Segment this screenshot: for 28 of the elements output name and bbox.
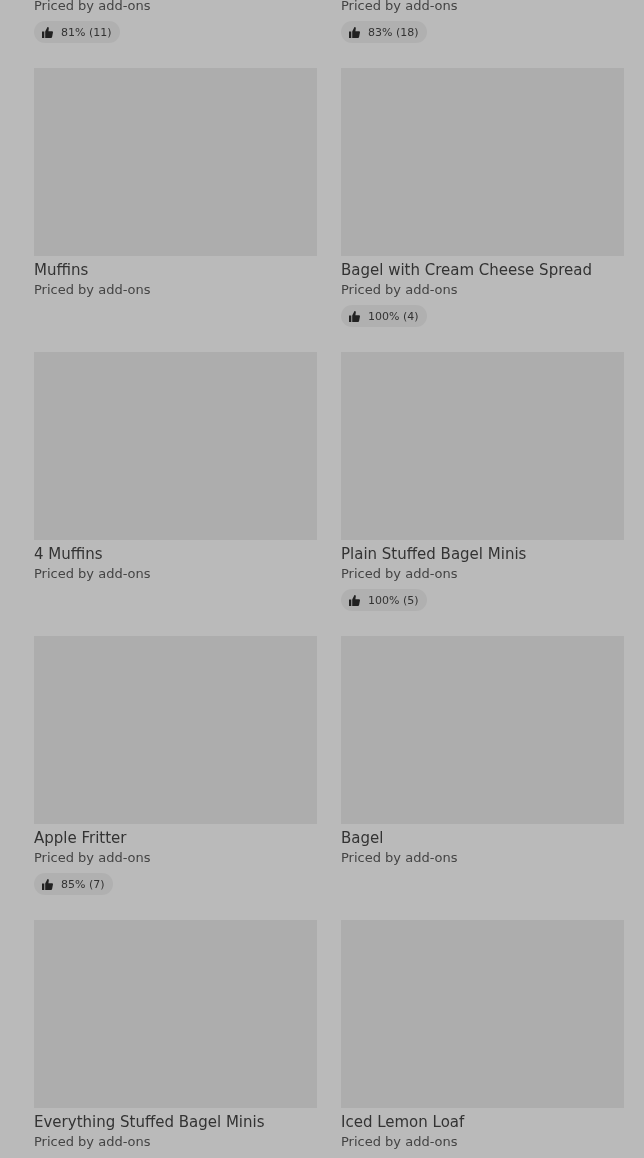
item-name: Bagel xyxy=(341,828,384,848)
thumbs-up-icon xyxy=(349,594,360,606)
item-price: Priced by add-ons xyxy=(34,565,151,583)
item-name: Muffins xyxy=(34,260,89,280)
rating-text: 85% (7) xyxy=(61,877,105,891)
item-name: Bagel with Cream Cheese Spread xyxy=(341,260,592,280)
rating-text: 100% (4) xyxy=(368,309,419,323)
item-price: Priced by add-ons xyxy=(341,281,458,299)
item-price: Priced by add-ons xyxy=(34,0,151,15)
item-price: Priced by add-ons xyxy=(341,0,458,15)
thumbs-up-icon xyxy=(349,26,360,38)
item-name: Iced Lemon Loaf xyxy=(341,1112,465,1132)
rating-text: 83% (18) xyxy=(368,25,419,39)
item-price: Priced by add-ons xyxy=(341,1133,458,1151)
item-price: Priced by add-ons xyxy=(34,1133,151,1151)
item-price: Priced by add-ons xyxy=(341,565,458,583)
item-price: Priced by add-ons xyxy=(341,849,458,867)
rating-text: 81% (11) xyxy=(61,25,112,39)
thumbs-up-icon xyxy=(42,26,53,38)
item-name: Apple Fritter xyxy=(34,828,127,848)
rating-text: 100% (5) xyxy=(368,593,419,607)
item-name: 4 Muffins xyxy=(34,544,103,564)
item-name: Everything Stuffed Bagel Minis xyxy=(34,1112,265,1132)
item-name: Plain Stuffed Bagel Minis xyxy=(341,544,527,564)
item-price: Priced by add-ons xyxy=(34,849,151,867)
thumbs-up-icon xyxy=(42,878,53,890)
thumbs-up-icon xyxy=(349,310,360,322)
item-price: Priced by add-ons xyxy=(34,281,151,299)
